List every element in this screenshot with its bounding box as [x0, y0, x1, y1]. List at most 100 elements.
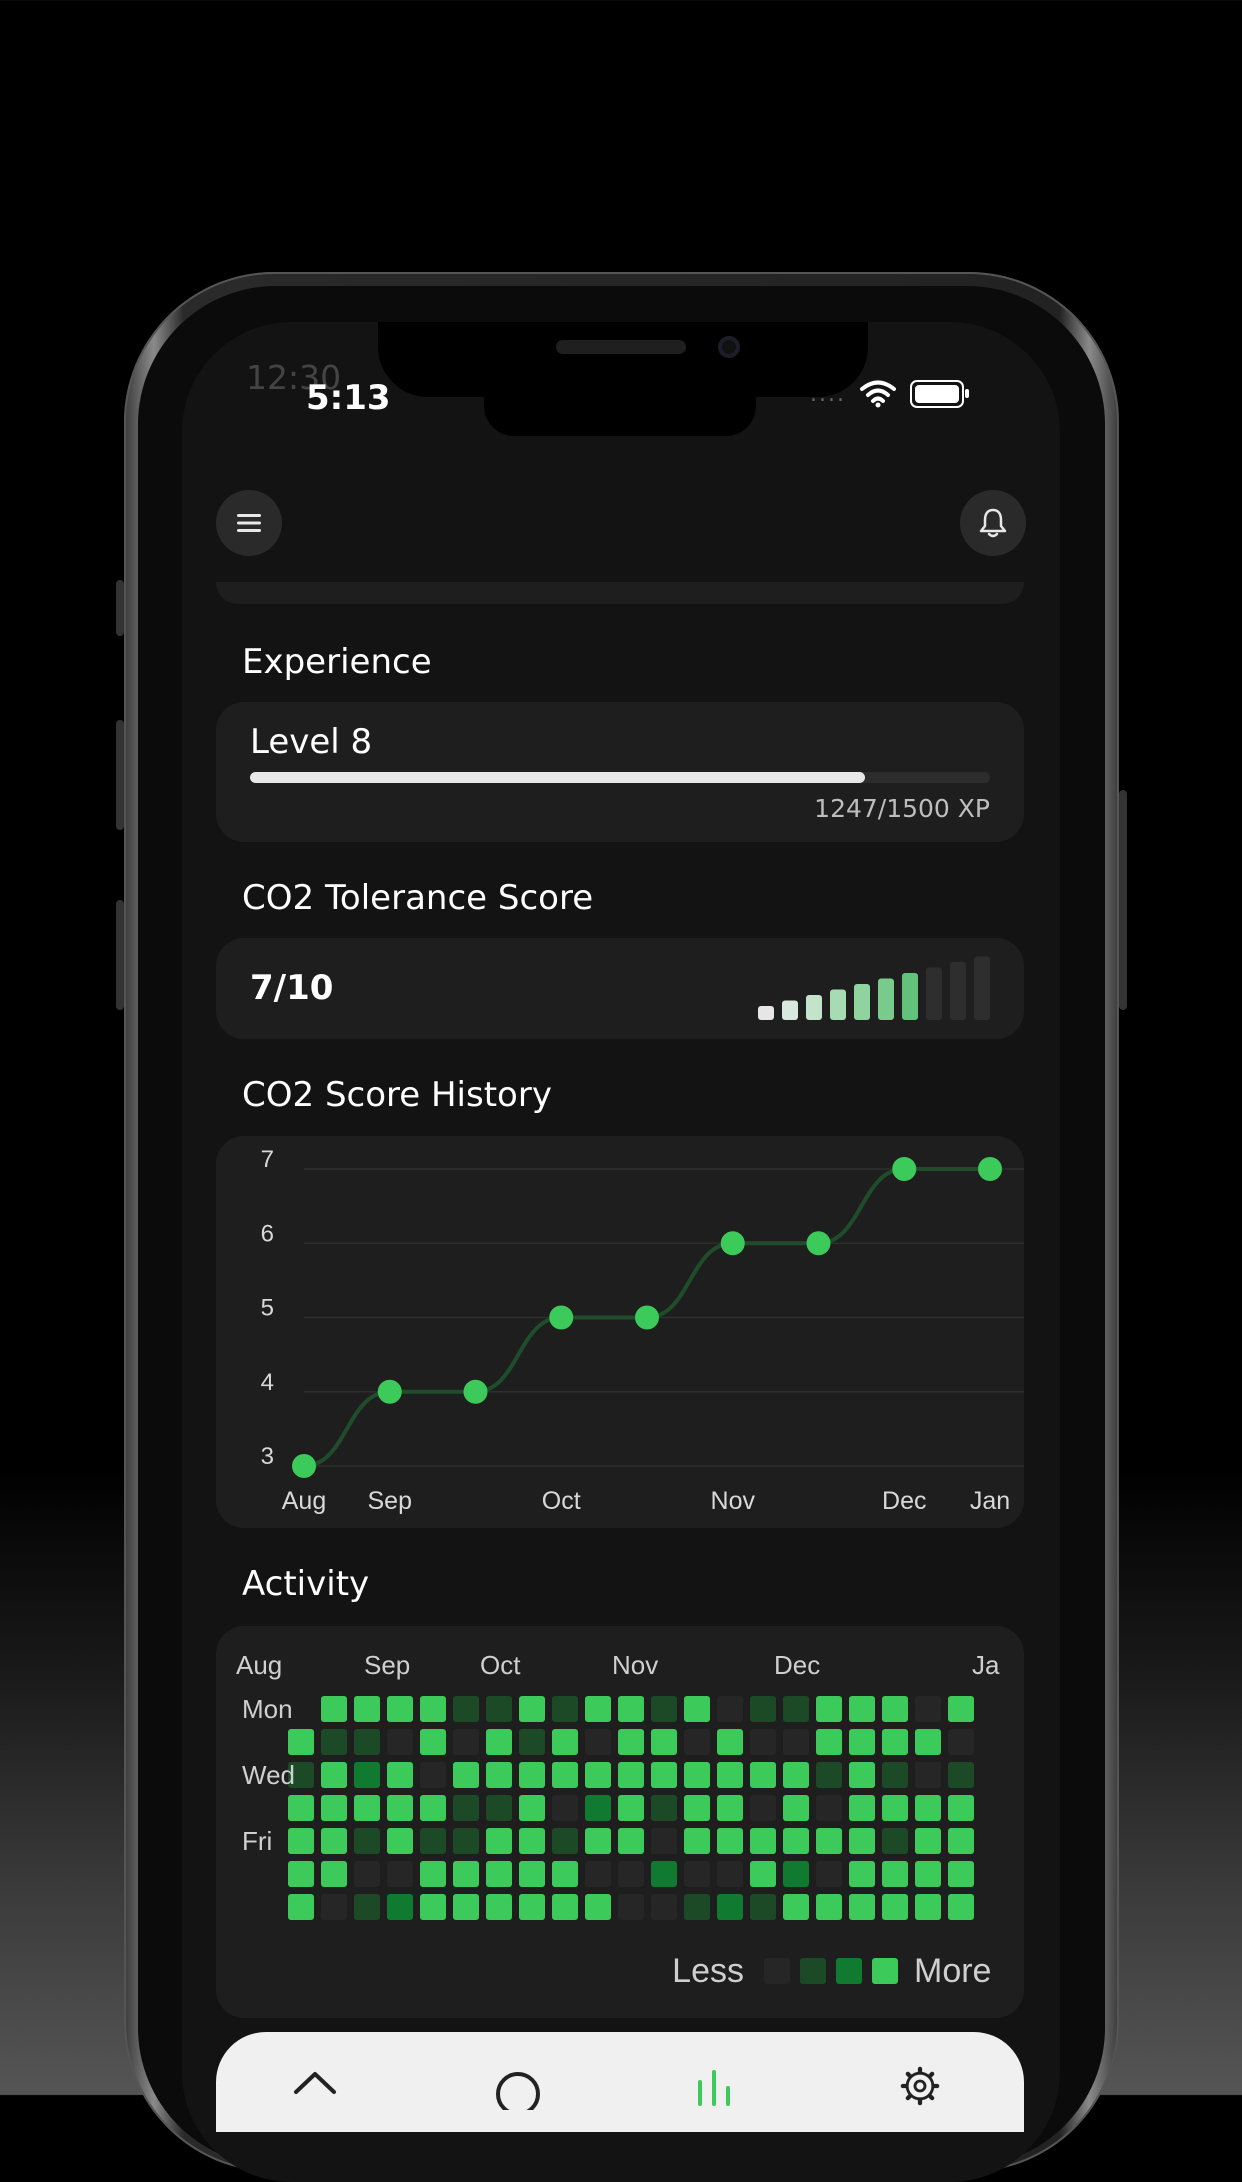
activity-cell	[552, 1861, 578, 1887]
wifi-icon	[859, 380, 896, 408]
x-tick-label: Jan	[970, 1487, 1010, 1515]
activity-cell	[453, 1861, 479, 1887]
data-point	[377, 1379, 402, 1404]
activity-cell	[816, 1861, 842, 1887]
activity-cell	[651, 1795, 677, 1821]
activity-cell	[816, 1729, 842, 1755]
activity-cell	[849, 1696, 875, 1722]
activity-cell	[717, 1762, 743, 1788]
xp-progress-bar	[250, 772, 990, 783]
bottom-nav	[216, 2032, 1024, 2132]
activity-cell	[486, 1696, 512, 1722]
co2-score-value: 7/10	[250, 968, 334, 1008]
history-title: CO2 Score History	[242, 1075, 552, 1115]
co2-score-meter	[758, 956, 990, 1020]
activity-cell	[684, 1894, 710, 1920]
activity-cell	[387, 1795, 413, 1821]
activity-cell	[948, 1861, 974, 1887]
month-label: Dec	[774, 1650, 820, 1680]
activity-cell	[288, 1729, 314, 1755]
y-tick-label: 5	[261, 1295, 274, 1322]
activity-cell	[486, 1861, 512, 1887]
activity-cell	[453, 1894, 479, 1920]
y-tick-label: 7	[261, 1146, 274, 1173]
activity-cell	[948, 1729, 974, 1755]
battery-icon	[909, 380, 969, 408]
x-tick-label: Nov	[711, 1487, 756, 1515]
co2-score-card: 7/10	[216, 938, 1024, 1039]
activity-cell	[354, 1828, 380, 1854]
front-camera	[718, 336, 740, 358]
activity-cell	[717, 1828, 743, 1854]
signal-dots: ....	[810, 381, 846, 407]
activity-cell	[618, 1762, 644, 1788]
day-label: Fri	[242, 1826, 272, 1856]
activity-cell	[552, 1828, 578, 1854]
activity-cell	[651, 1828, 677, 1854]
activity-cell	[915, 1696, 941, 1722]
stats-icon[interactable]	[690, 2066, 740, 2106]
activity-cell	[750, 1894, 776, 1920]
activity-cell	[354, 1762, 380, 1788]
activity-cell	[684, 1729, 710, 1755]
activity-cell	[321, 1762, 347, 1788]
activity-cell	[618, 1729, 644, 1755]
data-point	[892, 1157, 917, 1181]
activity-cell	[519, 1762, 545, 1788]
activity-cell	[651, 1762, 677, 1788]
activity-cell	[915, 1828, 941, 1854]
activity-cell	[321, 1729, 347, 1755]
history-chart-card: 7 6 5 4 3 Aug Sep Oct Nov Dec Jan	[216, 1136, 1024, 1528]
score-bar	[830, 989, 846, 1020]
activity-cell	[849, 1861, 875, 1887]
score-bar	[950, 962, 966, 1020]
score-bar	[782, 1000, 798, 1020]
gear-icon[interactable]	[892, 2066, 948, 2106]
activity-cell	[387, 1762, 413, 1788]
status-time: 5:13	[306, 378, 391, 418]
notifications-button[interactable]	[960, 490, 1026, 556]
activity-cell	[321, 1828, 347, 1854]
activity-cell	[750, 1729, 776, 1755]
side-button-power	[1119, 790, 1127, 1010]
x-tick-label: Sep	[368, 1487, 412, 1515]
bell-icon	[979, 508, 1007, 538]
activity-cell	[486, 1828, 512, 1854]
home-icon[interactable]	[292, 2070, 338, 2110]
search-icon[interactable]	[494, 2070, 542, 2110]
activity-cell	[849, 1762, 875, 1788]
activity-cell	[816, 1894, 842, 1920]
activity-cell	[783, 1762, 809, 1788]
activity-cell	[882, 1795, 908, 1821]
activity-cell	[585, 1894, 611, 1920]
activity-cell	[849, 1828, 875, 1854]
activity-cell	[486, 1894, 512, 1920]
activity-card: Aug Sep Oct Nov Dec Ja Mon Wed Fri Less More	[216, 1626, 1024, 2018]
data-point	[292, 1454, 316, 1478]
data-point	[549, 1305, 574, 1330]
activity-cell	[783, 1729, 809, 1755]
x-tick-label: Aug	[282, 1487, 326, 1515]
previous-card-edge	[216, 582, 1024, 604]
month-label: Aug	[236, 1650, 282, 1680]
month-label: Ja	[972, 1650, 1000, 1680]
month-label: Oct	[480, 1650, 521, 1680]
y-tick-label: 6	[261, 1220, 274, 1247]
activity-cell	[948, 1795, 974, 1821]
activity-cell	[354, 1696, 380, 1722]
activity-cell	[651, 1894, 677, 1920]
activity-cell	[585, 1762, 611, 1788]
activity-cell	[783, 1696, 809, 1722]
activity-cell	[882, 1696, 908, 1722]
score-bar	[974, 956, 990, 1020]
activity-cell	[354, 1795, 380, 1821]
score-bar	[878, 978, 894, 1020]
menu-button[interactable]	[216, 490, 282, 556]
day-label: Wed	[242, 1760, 295, 1790]
activity-cell	[420, 1894, 446, 1920]
score-bar	[758, 1006, 774, 1020]
data-point	[463, 1379, 488, 1404]
experience-title: Experience	[242, 642, 432, 682]
activity-cell	[420, 1795, 446, 1821]
score-bar	[902, 973, 918, 1020]
